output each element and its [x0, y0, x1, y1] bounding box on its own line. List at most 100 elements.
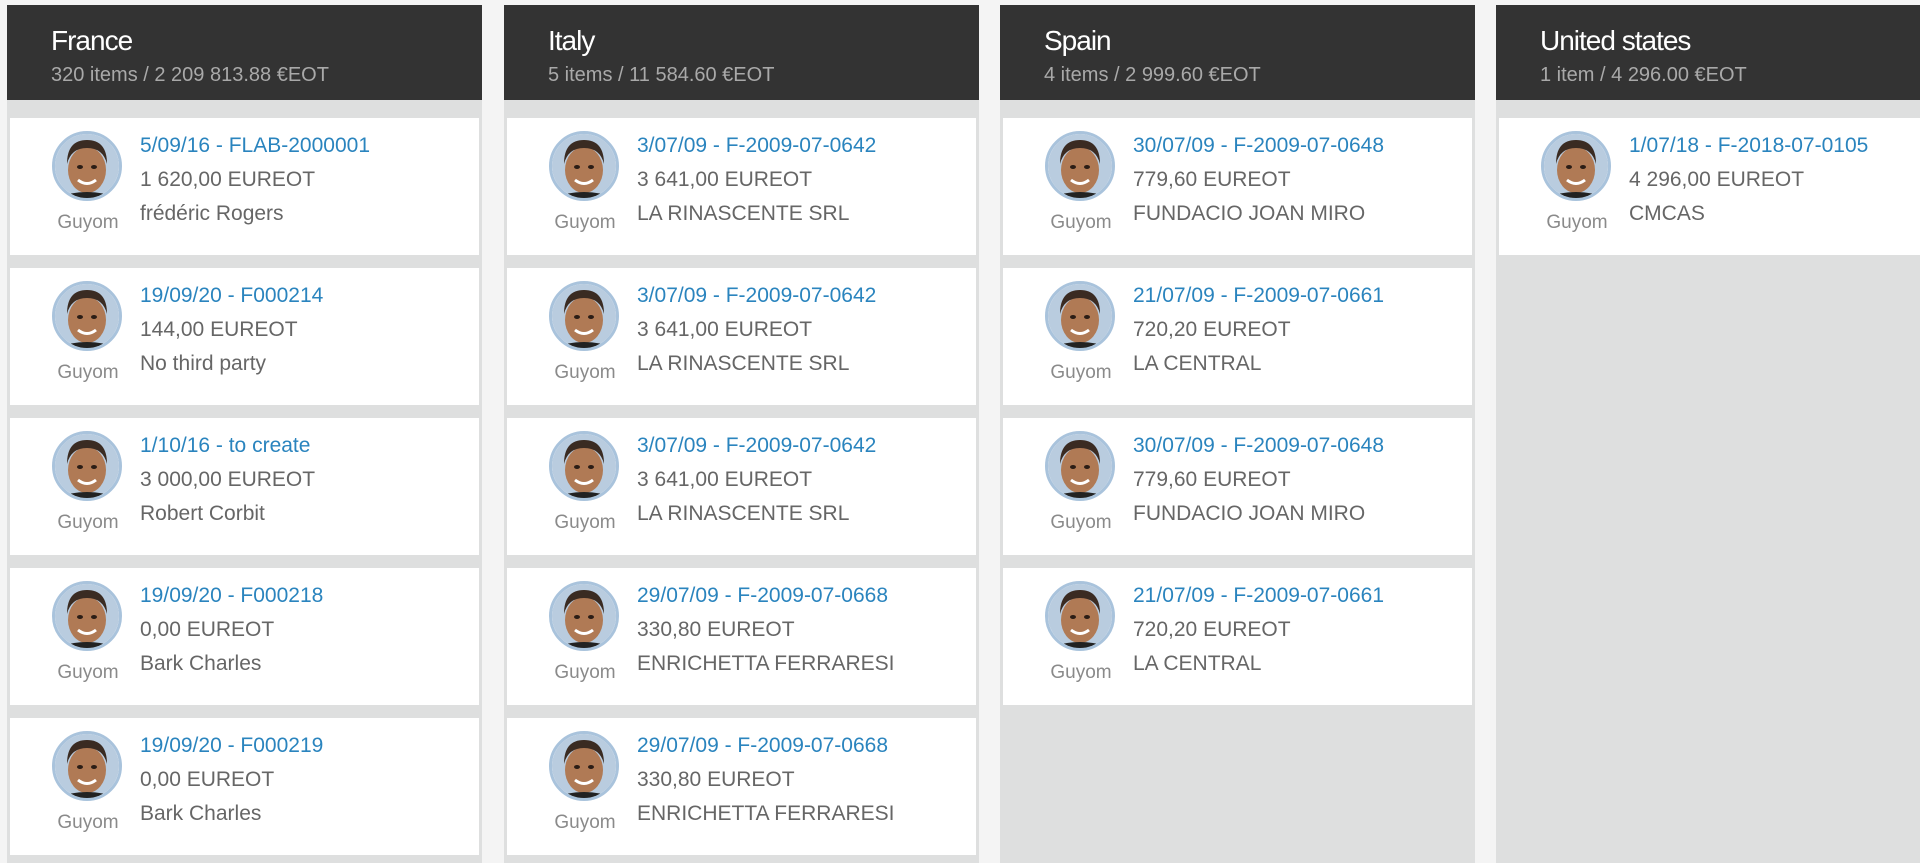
avatar-icon — [549, 581, 619, 651]
avatar-icon — [1541, 131, 1611, 201]
third-party-name: LA CENTRAL — [1133, 352, 1262, 375]
avatar-icon — [52, 131, 122, 201]
avatar-icon — [549, 431, 619, 501]
assignee-name: Guyom — [1050, 512, 1112, 533]
assignee-name: Guyom — [57, 212, 119, 233]
third-party-name: No third party — [140, 352, 267, 375]
invoice-reference-link[interactable]: 3/07/09 - F-2009-07-0642 — [637, 284, 876, 308]
avatar-icon — [1045, 581, 1115, 651]
third-party-name: ENRICHETTA FERRARESI — [637, 652, 895, 675]
kanban-card[interactable]: Guyom 1/07/18 - F-2018-07-0105 4 296,00 … — [1499, 118, 1920, 255]
kanban-column-spain: Spain 4 items / 2 999.60 €EOT Guyom 30/0… — [1000, 5, 1475, 863]
avatar-icon — [1045, 131, 1115, 201]
third-party-name: Bark Charles — [140, 652, 262, 675]
kanban-board: France 320 items / 2 209 813.88 €EOT Guy… — [0, 0, 1920, 863]
column-header[interactable]: United states 1 item / 4 296.00 €EOT — [1496, 5, 1920, 100]
assignee-name: Guyom — [554, 212, 616, 233]
avatar-icon — [549, 131, 619, 201]
assignee-name: Guyom — [57, 812, 119, 833]
invoice-amount: 3 641,00 EUREOT — [637, 318, 813, 341]
column-header[interactable]: Italy 5 items / 11 584.60 €EOT — [504, 5, 979, 100]
avatar-icon — [52, 581, 122, 651]
invoice-reference-link[interactable]: 1/10/16 - to create — [140, 434, 310, 458]
kanban-card[interactable]: Guyom 5/09/16 - FLAB-2000001 1 620,00 EU… — [10, 118, 479, 255]
third-party-name: FUNDACIO JOAN MIRO — [1133, 502, 1366, 525]
assignee-name: Guyom — [1050, 212, 1112, 233]
third-party-name: CMCAS — [1629, 202, 1705, 225]
assignee-name: Guyom — [1050, 362, 1112, 383]
avatar-icon — [52, 731, 122, 801]
kanban-column-united-states: United states 1 item / 4 296.00 €EOT Guy… — [1496, 5, 1920, 863]
assignee-name: Guyom — [554, 512, 616, 533]
assignee-name: Guyom — [57, 512, 119, 533]
invoice-reference-link[interactable]: 19/09/20 - F000218 — [140, 584, 323, 608]
kanban-column-italy: Italy 5 items / 11 584.60 €EOT Guyom 3/0… — [504, 5, 979, 863]
avatar-icon — [52, 431, 122, 501]
invoice-reference-link[interactable]: 1/07/18 - F-2018-07-0105 — [1629, 134, 1868, 158]
assignee-name: Guyom — [554, 662, 616, 683]
invoice-reference-link[interactable]: 29/07/09 - F-2009-07-0668 — [637, 584, 888, 608]
third-party-name: ENRICHETTA FERRARESI — [637, 802, 895, 825]
assignee-name: Guyom — [57, 662, 119, 683]
column-header[interactable]: France 320 items / 2 209 813.88 €EOT — [7, 5, 482, 100]
invoice-reference-link[interactable]: 29/07/09 - F-2009-07-0668 — [637, 734, 888, 758]
kanban-card[interactable]: Guyom 3/07/09 - F-2009-07-0642 3 641,00 … — [507, 418, 976, 555]
invoice-reference-link[interactable]: 30/07/09 - F-2009-07-0648 — [1133, 134, 1384, 158]
invoice-amount: 330,80 EUREOT — [637, 768, 795, 791]
kanban-card[interactable]: Guyom 19/09/20 - F000219 0,00 EUREOT Bar… — [10, 718, 479, 855]
column-summary: 5 items / 11 584.60 €EOT — [548, 64, 775, 86]
third-party-name: FUNDACIO JOAN MIRO — [1133, 202, 1366, 225]
assignee-name: Guyom — [57, 362, 119, 383]
kanban-card[interactable]: Guyom 30/07/09 - F-2009-07-0648 779,60 E… — [1003, 118, 1472, 255]
invoice-reference-link[interactable]: 3/07/09 - F-2009-07-0642 — [637, 134, 876, 158]
invoice-reference-link[interactable]: 3/07/09 - F-2009-07-0642 — [637, 434, 876, 458]
avatar-icon — [549, 731, 619, 801]
kanban-card[interactable]: Guyom 29/07/09 - F-2009-07-0668 330,80 E… — [507, 718, 976, 855]
third-party-name: LA RINASCENTE SRL — [637, 502, 850, 525]
third-party-name: LA CENTRAL — [1133, 652, 1262, 675]
avatar-icon — [549, 281, 619, 351]
invoice-amount: 3 641,00 EUREOT — [637, 468, 813, 491]
invoice-amount: 779,60 EUREOT — [1133, 168, 1291, 191]
invoice-amount: 3 000,00 EUREOT — [140, 468, 316, 491]
assignee-name: Guyom — [554, 812, 616, 833]
kanban-card[interactable]: Guyom 30/07/09 - F-2009-07-0648 779,60 E… — [1003, 418, 1472, 555]
invoice-amount: 3 641,00 EUREOT — [637, 168, 813, 191]
kanban-card[interactable]: Guyom 21/07/09 - F-2009-07-0661 720,20 E… — [1003, 568, 1472, 705]
invoice-reference-link[interactable]: 19/09/20 - F000214 — [140, 284, 323, 308]
kanban-card[interactable]: Guyom 3/07/09 - F-2009-07-0642 3 641,00 … — [507, 118, 976, 255]
invoice-amount: 720,20 EUREOT — [1133, 618, 1291, 641]
third-party-name: Bark Charles — [140, 802, 262, 825]
invoice-amount: 779,60 EUREOT — [1133, 468, 1291, 491]
column-header[interactable]: Spain 4 items / 2 999.60 €EOT — [1000, 5, 1475, 100]
invoice-reference-link[interactable]: 30/07/09 - F-2009-07-0648 — [1133, 434, 1384, 458]
invoice-reference-link[interactable]: 21/07/09 - F-2009-07-0661 — [1133, 584, 1384, 608]
column-summary: 1 item / 4 296.00 €EOT — [1540, 64, 1747, 86]
third-party-name: Robert Corbit — [140, 502, 265, 525]
invoice-amount: 144,00 EUREOT — [140, 318, 298, 341]
invoice-reference-link[interactable]: 21/07/09 - F-2009-07-0661 — [1133, 284, 1384, 308]
column-summary: 320 items / 2 209 813.88 €EOT — [51, 64, 329, 86]
kanban-column-france: France 320 items / 2 209 813.88 €EOT Guy… — [7, 5, 482, 863]
kanban-card[interactable]: Guyom 3/07/09 - F-2009-07-0642 3 641,00 … — [507, 268, 976, 405]
kanban-card[interactable]: Guyom 19/09/20 - F000214 144,00 EUREOT N… — [10, 268, 479, 405]
kanban-card[interactable]: Guyom 19/09/20 - F000218 0,00 EUREOT Bar… — [10, 568, 479, 705]
column-title: United states — [1540, 25, 1691, 56]
assignee-name: Guyom — [554, 362, 616, 383]
column-title: France — [51, 25, 133, 56]
invoice-reference-link[interactable]: 19/09/20 - F000219 — [140, 734, 323, 758]
avatar-icon — [52, 281, 122, 351]
avatar-icon — [1045, 431, 1115, 501]
kanban-card[interactable]: Guyom 29/07/09 - F-2009-07-0668 330,80 E… — [507, 568, 976, 705]
invoice-amount: 0,00 EUREOT — [140, 768, 275, 791]
invoice-amount: 1 620,00 EUREOT — [140, 168, 316, 191]
kanban-card[interactable]: Guyom 21/07/09 - F-2009-07-0661 720,20 E… — [1003, 268, 1472, 405]
third-party-name: LA RINASCENTE SRL — [637, 352, 850, 375]
invoice-reference-link[interactable]: 5/09/16 - FLAB-2000001 — [140, 134, 370, 158]
column-summary: 4 items / 2 999.60 €EOT — [1044, 64, 1261, 86]
third-party-name: frédéric Rogers — [140, 202, 284, 225]
kanban-card[interactable]: Guyom 1/10/16 - to create 3 000,00 EUREO… — [10, 418, 479, 555]
column-title: Italy — [548, 25, 595, 56]
avatar-icon — [1045, 281, 1115, 351]
column-title: Spain — [1044, 25, 1112, 56]
